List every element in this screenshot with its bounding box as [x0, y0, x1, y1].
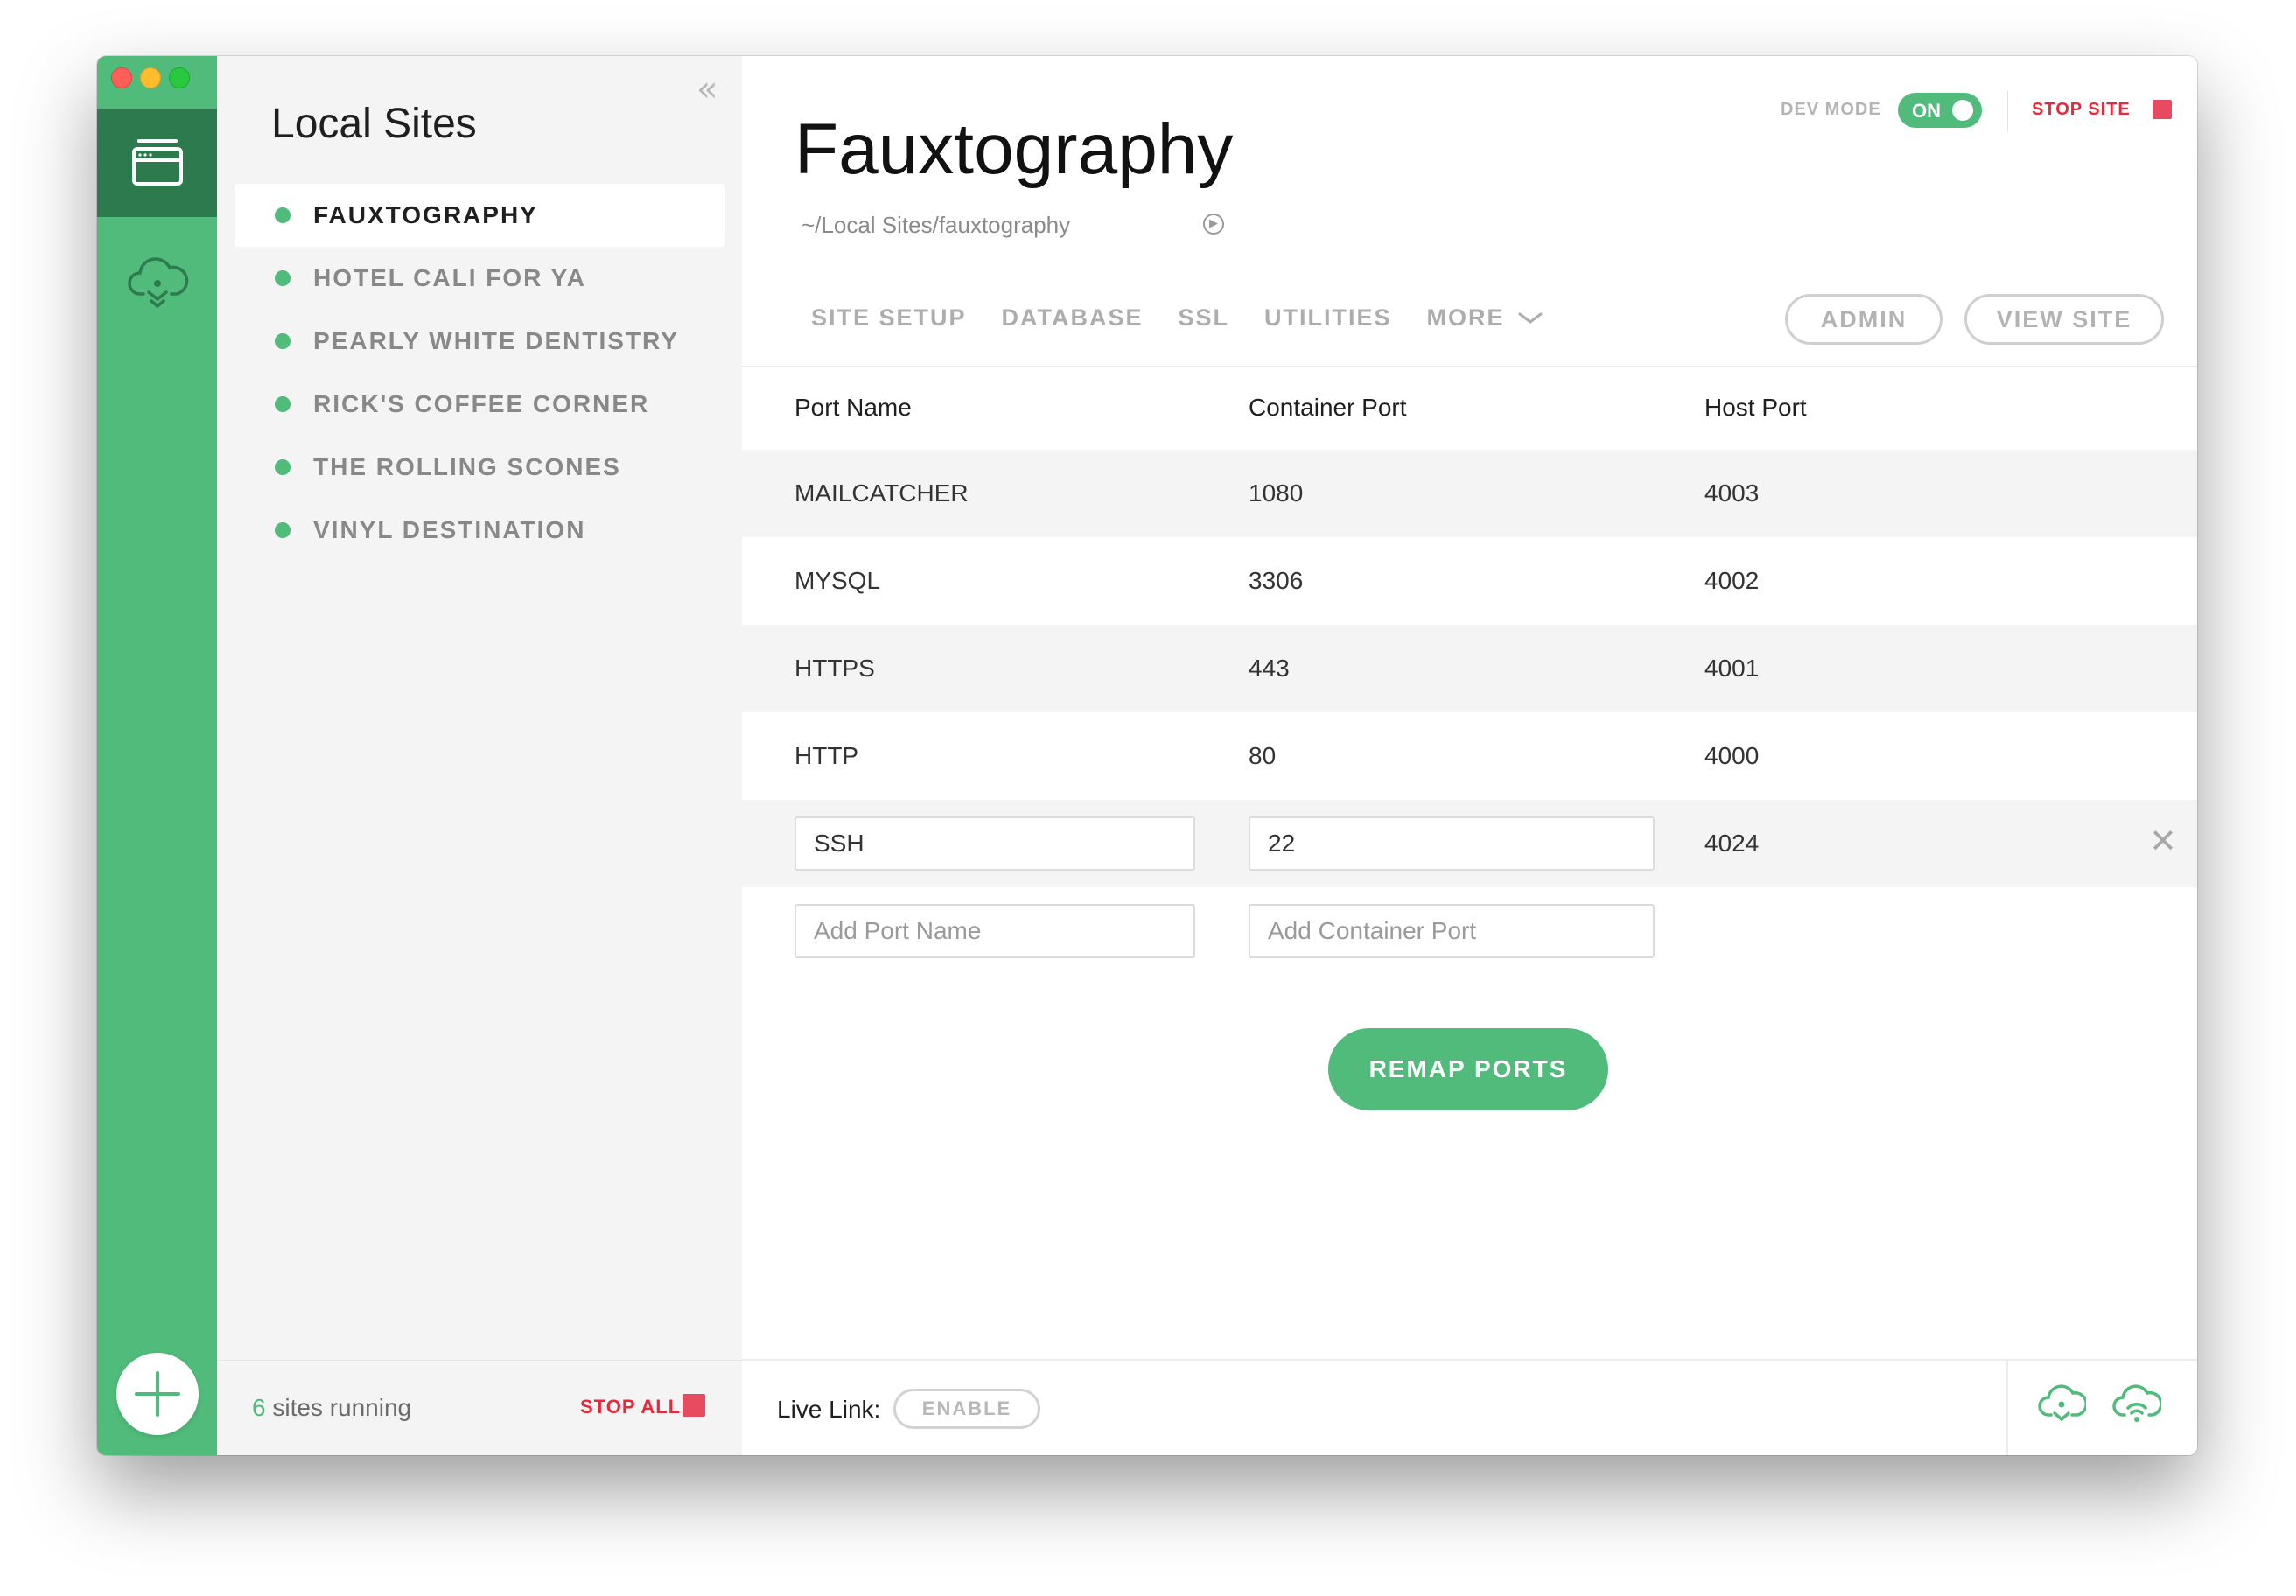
nav-rail	[97, 56, 217, 1455]
tab-site-setup[interactable]: SITE SETUP	[811, 304, 967, 332]
status-dot-icon	[275, 270, 290, 286]
site-list-item[interactable]: FAUXTOGRAPHY	[234, 184, 724, 247]
site-list-item-label: VINYL DESTINATION	[313, 516, 586, 543]
stop-all-button[interactable]: STOP ALL	[580, 1396, 681, 1418]
connect-cloud-icon[interactable]	[2037, 1382, 2086, 1431]
add-site-button[interactable]	[116, 1353, 199, 1435]
port-row: MAILCATCHER 1080 4003	[742, 450, 2197, 537]
admin-button[interactable]: ADMIN	[1785, 294, 1942, 345]
enable-live-link-button[interactable]: ENABLE	[893, 1389, 1040, 1429]
column-header-port-name: Port Name	[794, 394, 912, 421]
header-divider	[2007, 91, 2008, 131]
port-row: HTTP 80 4000	[742, 712, 2197, 800]
view-site-button[interactable]: VIEW SITE	[1964, 294, 2164, 345]
add-port-name-field[interactable]	[794, 904, 1195, 958]
zoom-window-button[interactable]	[169, 67, 190, 88]
tab-more[interactable]: MORE	[1427, 304, 1505, 332]
site-list-item-label: HOTEL CALI FOR YA	[313, 264, 586, 291]
sites-running-text: sites running	[272, 1394, 412, 1421]
stop-square-icon[interactable]	[2152, 100, 2172, 119]
host-port: 4024	[1704, 830, 1760, 857]
host-port: 4000	[1704, 742, 1760, 769]
toggle-knob	[1952, 100, 1973, 121]
plus-icon	[135, 1371, 180, 1417]
site-tabs: SITE SETUP DATABASE SSL UTILITIES MORE	[811, 304, 1544, 332]
tab-utilities[interactable]: UTILITIES	[1264, 304, 1392, 332]
port-row: MYSQL 3306 4002	[742, 537, 2197, 625]
new-port-row	[742, 887, 2197, 975]
host-port: 4003	[1704, 480, 1760, 507]
site-list-item-label: PEARLY WHITE DENTISTRY	[313, 327, 679, 354]
column-header-container-port: Container Port	[1249, 394, 1407, 421]
status-dot-icon	[275, 459, 290, 475]
remove-port-icon[interactable]: ✕	[2149, 824, 2177, 858]
rail-item-connect[interactable]	[97, 240, 217, 336]
column-header-host-port: Host Port	[1704, 394, 1807, 421]
remap-ports-button[interactable]: REMAP PORTS	[1328, 1028, 1608, 1110]
site-detail: Fauxtography ~/Local Sites/fauxtography …	[742, 56, 2197, 1455]
add-container-port-field[interactable]	[1249, 904, 1655, 958]
footer-divider	[2006, 1361, 2008, 1455]
status-dot-icon	[275, 522, 290, 538]
status-dot-icon	[275, 396, 290, 412]
local-sites-icon	[132, 139, 183, 186]
dev-mode-state: ON	[1912, 100, 1941, 122]
tabs-divider	[742, 366, 2197, 368]
container-port: 1080	[1249, 480, 1304, 507]
site-list-item[interactable]: RICK'S COFFEE CORNER	[234, 373, 724, 436]
site-list: FAUXTOGRAPHY HOTEL CALI FOR YA PEARLY WHIT…	[234, 184, 724, 562]
rail-item-local-sites[interactable]	[97, 108, 217, 217]
sites-running-status: 6 sites running	[252, 1394, 411, 1422]
close-window-button[interactable]	[111, 67, 132, 88]
live-link-label: Live Link:	[777, 1396, 881, 1423]
port-name: MAILCATCHER	[794, 480, 969, 507]
port-row: HTTPS 443 4001	[742, 625, 2197, 712]
container-port: 80	[1249, 742, 1277, 769]
site-list-item[interactable]: HOTEL CALI FOR YA	[234, 247, 724, 310]
stop-square-icon[interactable]	[682, 1394, 705, 1417]
sidebar-footer: 6 sites running STOP ALL	[217, 1360, 742, 1455]
reveal-in-finder-icon[interactable]: ▶	[1203, 214, 1224, 234]
host-port: 4002	[1704, 567, 1760, 594]
site-list-item-label: FAUXTOGRAPHY	[313, 201, 538, 228]
cloud-wifi-icon[interactable]	[2112, 1382, 2161, 1431]
dev-mode-label: DEV MODE	[1781, 100, 1881, 119]
main-footer: Live Link: ENABLE	[742, 1359, 2197, 1455]
app-window: « Local Sites FAUXTOGRAPHY HOTEL CALI FOR…	[97, 56, 2197, 1455]
container-port-field[interactable]	[1249, 816, 1655, 871]
sites-sidebar: « Local Sites FAUXTOGRAPHY HOTEL CALI FOR…	[217, 56, 742, 1455]
site-title: Fauxtography	[794, 109, 1234, 189]
site-path[interactable]: ~/Local Sites/fauxtography	[802, 212, 1070, 239]
chevron-down-icon[interactable]	[1517, 312, 1544, 326]
site-list-item-label: THE ROLLING SCONES	[313, 453, 621, 480]
sidebar-title: Local Sites	[271, 101, 477, 147]
custom-port-row: 4024 ✕	[742, 800, 2197, 887]
site-list-item-label: RICK'S COFFEE CORNER	[313, 390, 650, 417]
stop-site-button[interactable]: STOP SITE	[2032, 100, 2131, 120]
tab-database[interactable]: DATABASE	[1002, 304, 1144, 332]
site-list-item[interactable]: VINYL DESTINATION	[234, 499, 724, 562]
host-port: 4001	[1704, 654, 1760, 682]
minimize-window-button[interactable]	[140, 67, 161, 88]
port-name-field[interactable]	[794, 816, 1195, 871]
site-list-item[interactable]: PEARLY WHITE DENTISTRY	[234, 310, 724, 373]
site-list-item[interactable]: THE ROLLING SCONES	[234, 436, 724, 499]
container-port: 3306	[1249, 567, 1304, 594]
port-name: HTTP	[794, 742, 859, 769]
status-dot-icon	[275, 333, 290, 349]
sites-running-count: 6	[252, 1394, 266, 1421]
container-port: 443	[1249, 654, 1290, 682]
dev-mode-toggle[interactable]: ON	[1898, 93, 1982, 128]
tab-ssl[interactable]: SSL	[1179, 304, 1230, 332]
connect-cloud-icon	[128, 257, 189, 309]
status-dot-icon	[275, 207, 290, 223]
port-name: MYSQL	[794, 567, 881, 594]
port-name: HTTPS	[794, 654, 875, 682]
double-chevron-left-icon[interactable]: «	[696, 72, 718, 107]
